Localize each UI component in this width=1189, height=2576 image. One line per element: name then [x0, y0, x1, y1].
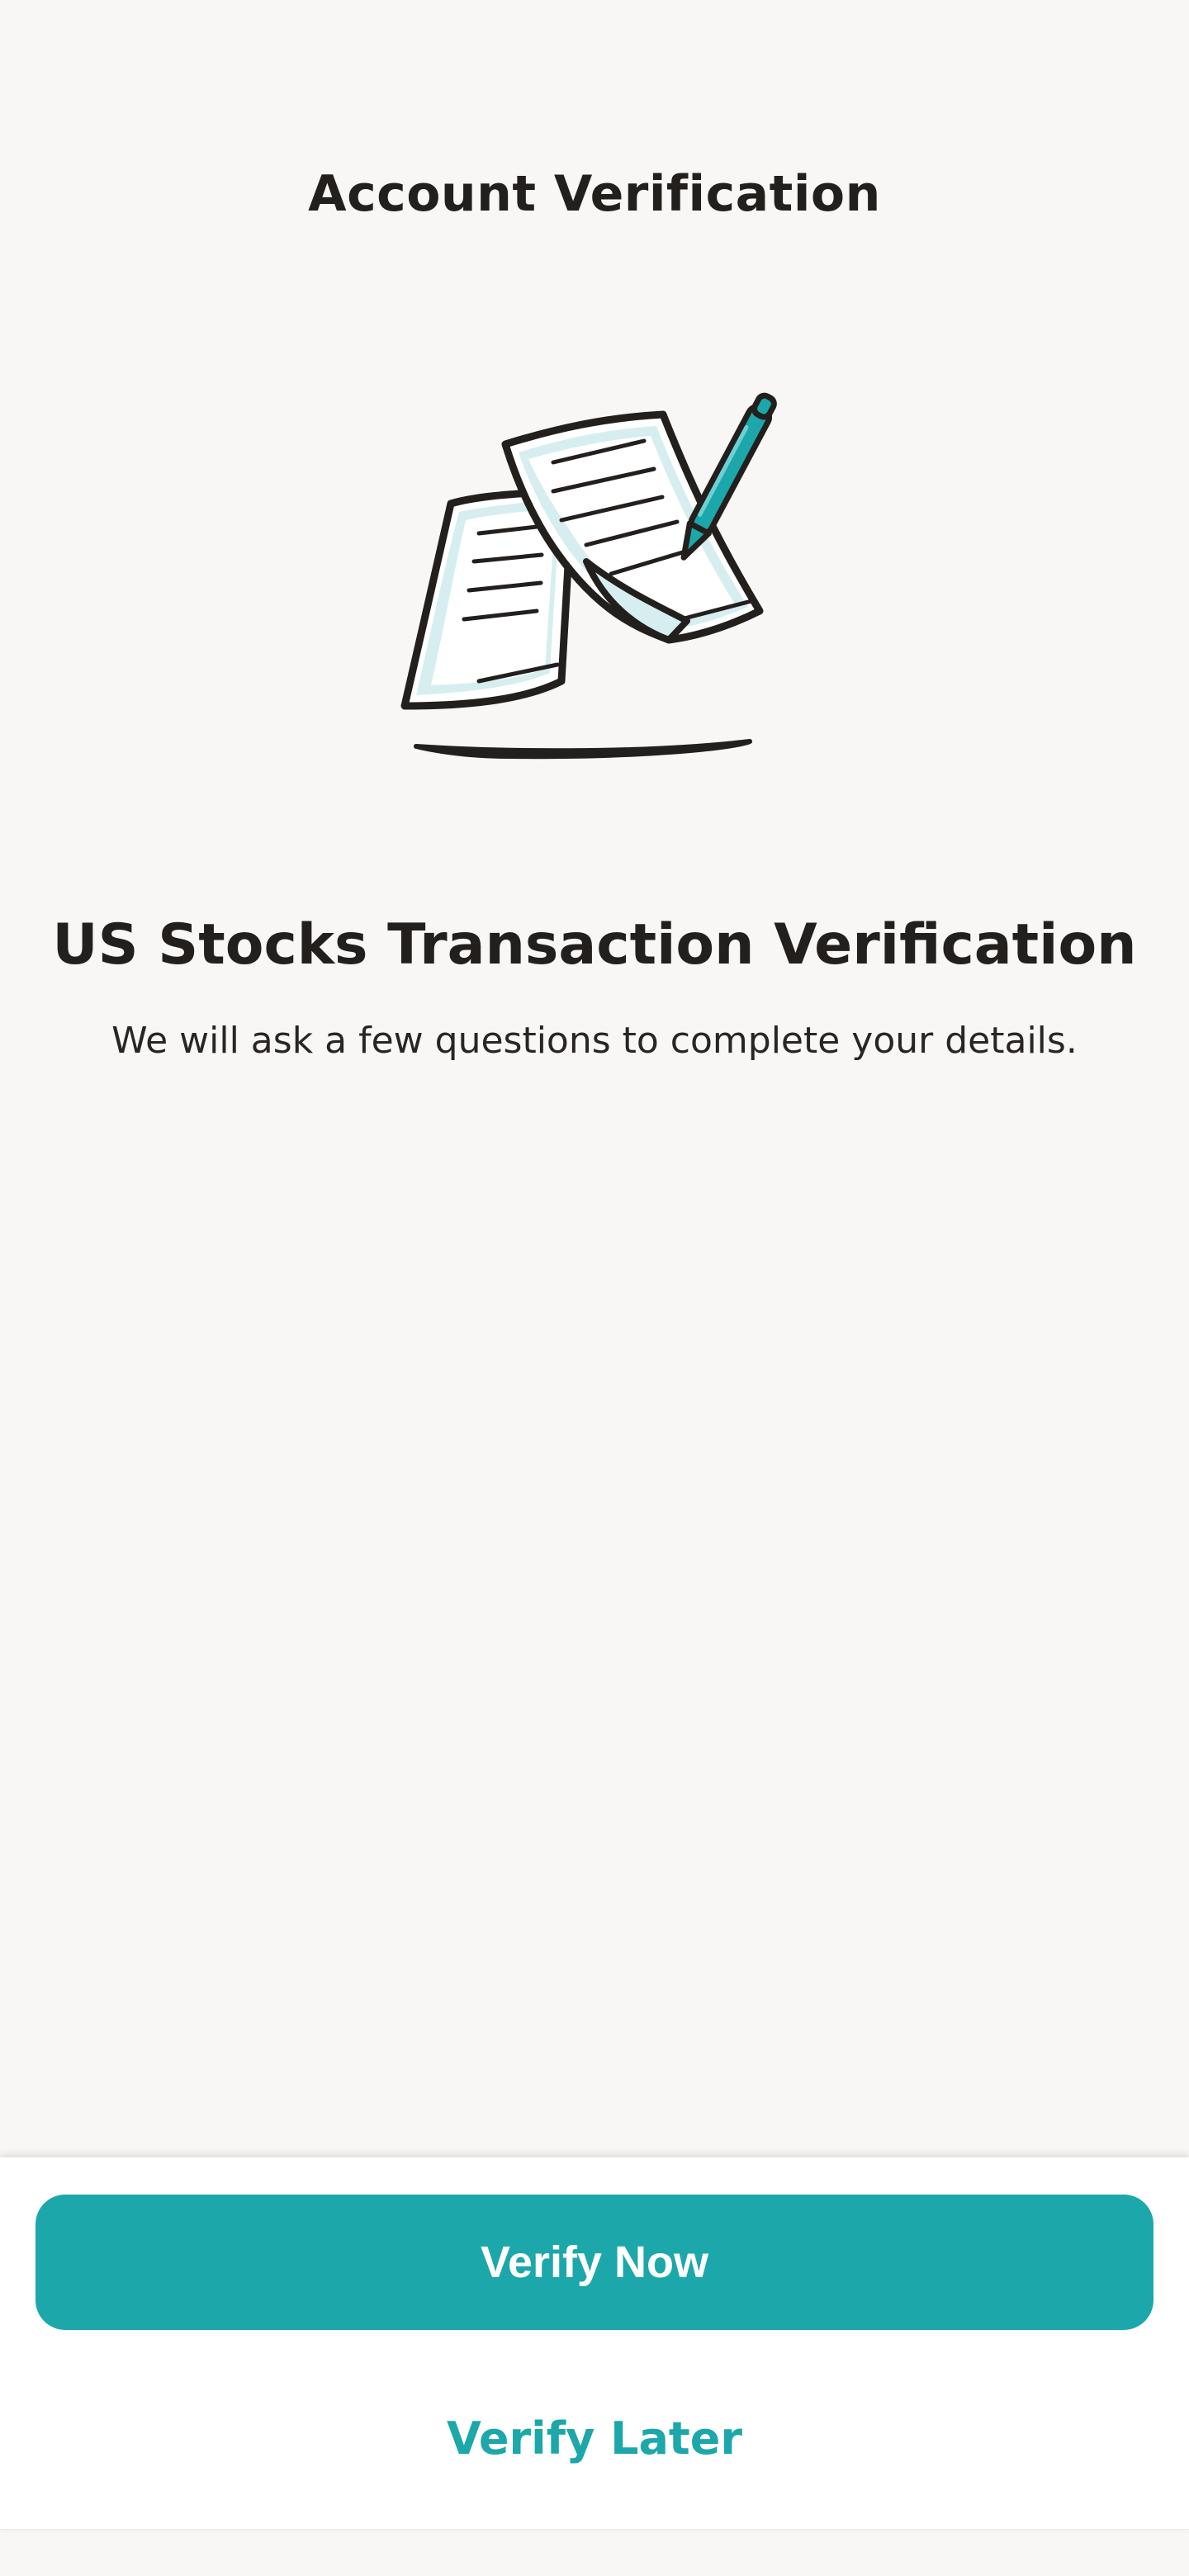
verification-description: We will ask a few questions to complete … [111, 1020, 1078, 1062]
documents-with-pen-icon [388, 388, 801, 768]
action-sheet: Verify Now Verify Later [0, 2157, 1189, 2530]
page-title: Account Verification [308, 165, 881, 223]
verify-later-button[interactable]: Verify Later [0, 2389, 1189, 2488]
verification-headline: US Stocks Transaction Verification [52, 912, 1137, 978]
verify-now-button[interactable]: Verify Now [36, 2195, 1153, 2330]
